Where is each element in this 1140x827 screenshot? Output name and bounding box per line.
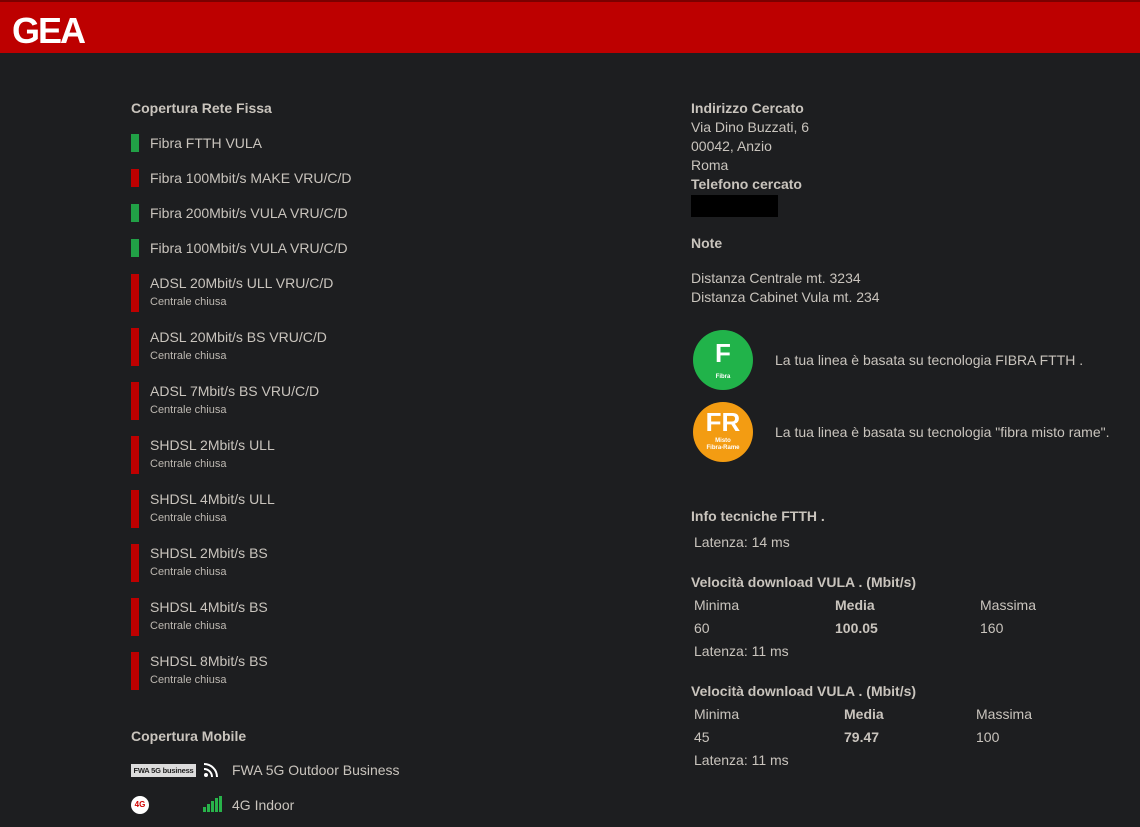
- avg-value: 100.05: [835, 620, 878, 636]
- fibra-code: F: [715, 338, 731, 368]
- status-available-bar: [131, 239, 139, 257]
- notes-title: Note: [691, 235, 723, 251]
- max-value: 160: [980, 620, 1004, 636]
- coverage-label: SHDSL 4Mbit/s ULL: [150, 491, 275, 507]
- status-unavailable-bar: [131, 436, 139, 474]
- coverage-label: Fibra 200Mbit/s VULA VRU/C/D: [150, 205, 348, 221]
- gea-logo[interactable]: GEA: [12, 10, 108, 50]
- address-province: Roma: [691, 157, 729, 173]
- max-label: Massima: [976, 706, 1033, 722]
- fibra-rame-badge-icon: FR Misto Fibra-Rame: [693, 402, 753, 462]
- status-unavailable-bar: [131, 328, 139, 366]
- fwa-5g-business-badge: FWA 5G business: [131, 764, 196, 777]
- status-unavailable-bar: [131, 274, 139, 312]
- coverage-label: SHDSL 4Mbit/s BS: [150, 599, 268, 615]
- max-value: 100: [976, 729, 1000, 745]
- status-available-bar: [131, 204, 139, 222]
- address-city: 00042, Anzio: [691, 138, 772, 154]
- coverage-label: Fibra 100Mbit/s MAKE VRU/C/D: [150, 170, 352, 186]
- status-unavailable-bar: [131, 490, 139, 528]
- mobile-item: 4G 4G Indoor: [131, 796, 431, 816]
- ftth-info-title: Info tecniche FTTH .: [691, 508, 825, 524]
- coverage-note: Centrale chiusa: [150, 512, 227, 524]
- coverage-label: Fibra FTTH VULA: [150, 135, 263, 151]
- coverage-note: Centrale chiusa: [150, 620, 227, 632]
- coverage-label: ADSL 7Mbit/s BS VRU/C/D: [150, 383, 320, 399]
- min-value: 60: [694, 620, 710, 636]
- address-street: Via Dino Buzzati, 6: [691, 119, 810, 135]
- mobile-item: FWA 5G business FWA 5G Outdoor Business: [131, 761, 431, 781]
- status-unavailable-bar: [131, 598, 139, 636]
- status-available-bar: [131, 134, 139, 152]
- fibra-description: La tua linea è basata su tecnologia FIBR…: [775, 352, 1084, 368]
- fibra-rame-description: La tua linea è basata su tecnologia "fib…: [775, 424, 1110, 440]
- coverage-note: Centrale chiusa: [150, 458, 227, 470]
- speed-block-title: Velocità download VULA . (Mbit/s): [691, 574, 917, 590]
- status-unavailable-bar: [131, 169, 139, 187]
- min-value: 45: [694, 729, 710, 745]
- coverage-label: ADSL 20Mbit/s BS VRU/C/D: [150, 329, 327, 345]
- coverage-label: SHDSL 2Mbit/s BS: [150, 545, 268, 561]
- fibra-rame-caption-2: Fibra-Rame: [706, 445, 740, 451]
- coverage-note: Centrale chiusa: [150, 566, 227, 578]
- signal-bars-icon: [203, 796, 222, 812]
- fibra-caption: Fibra: [715, 374, 731, 380]
- fibra-rame-code: FR: [705, 407, 741, 437]
- redacted-phone: [691, 195, 778, 217]
- coverage-note: Centrale chiusa: [150, 404, 227, 416]
- status-unavailable-bar: [131, 544, 139, 582]
- phone-title: Telefono cercato: [691, 176, 802, 192]
- coverage-label: SHDSL 2Mbit/s ULL: [150, 437, 275, 453]
- min-label: Minima: [694, 706, 740, 722]
- top-bar: GEA: [0, 0, 1140, 53]
- logo-text: GEA: [12, 10, 86, 50]
- min-label: Minima: [694, 597, 740, 613]
- avg-value: 79.47: [844, 729, 880, 745]
- status-unavailable-bar: [131, 652, 139, 690]
- speed-latency: Latenza: 11 ms: [694, 643, 789, 659]
- 4g-badge: 4G: [131, 796, 149, 814]
- fibra-badge-icon: F Fibra: [693, 330, 753, 390]
- speed-latency: Latenza: 11 ms: [694, 752, 789, 768]
- speed-block-title: Velocità download VULA . (Mbit/s): [691, 683, 917, 699]
- avg-label: Media: [835, 597, 875, 613]
- coverage-note: Centrale chiusa: [150, 296, 227, 308]
- address-title: Indirizzo Cercato: [691, 100, 804, 116]
- coverage-label: ADSL 20Mbit/s ULL VRU/C/D: [150, 275, 334, 291]
- mobile-label: 4G Indoor: [232, 797, 295, 813]
- coverage-label: Fibra 100Mbit/s VULA VRU/C/D: [150, 240, 348, 256]
- mobile-coverage-title: Copertura Mobile: [131, 728, 247, 744]
- fixed-coverage-title: Copertura Rete Fissa: [131, 100, 272, 116]
- status-unavailable-bar: [131, 382, 139, 420]
- fibra-rame-caption-1: Misto: [715, 438, 731, 444]
- coverage-label: SHDSL 8Mbit/s BS: [150, 653, 268, 669]
- avg-label: Media: [844, 706, 884, 722]
- wifi-signal-icon: [203, 763, 218, 778]
- ftth-latency: Latenza: 14 ms: [694, 534, 790, 550]
- distance-cabinet: Distanza Cabinet Vula mt. 234: [691, 289, 880, 305]
- mobile-label: FWA 5G Outdoor Business: [232, 762, 400, 778]
- coverage-note: Centrale chiusa: [150, 350, 227, 362]
- distance-central: Distanza Centrale mt. 3234: [691, 270, 861, 286]
- max-label: Massima: [980, 597, 1037, 613]
- coverage-note: Centrale chiusa: [150, 674, 227, 686]
